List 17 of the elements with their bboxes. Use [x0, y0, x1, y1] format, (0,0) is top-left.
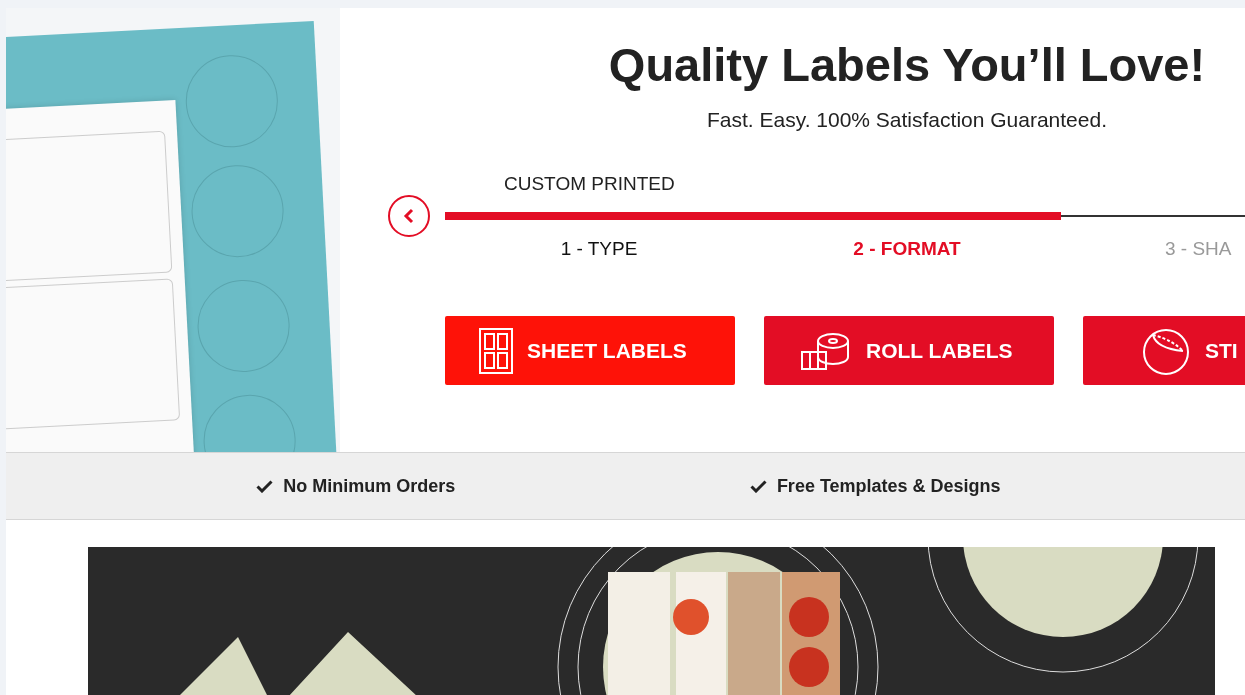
label-roll-icon — [800, 330, 852, 371]
feature-text: Free Templates & Designs — [776, 475, 1001, 497]
checkmark-icon — [256, 479, 274, 493]
step-label[interactable]: 2 - FORMAT — [853, 237, 961, 261]
step-label[interactable]: 3 - SHA — [1165, 237, 1232, 261]
format-button[interactable]: STI — [1083, 316, 1245, 385]
format-button[interactable]: ROLL LABELS — [764, 316, 1054, 385]
headline: Quality Labels You’ll Love! — [607, 37, 1207, 93]
step-label[interactable]: 1 - TYPE — [560, 237, 638, 261]
label-sheet-icon — [479, 327, 513, 374]
format-button[interactable]: SHEET LABELS — [445, 316, 735, 385]
back-button[interactable] — [388, 195, 430, 237]
checkmark-icon — [749, 479, 767, 493]
subtitle: Fast. Easy. 100% Satisfaction Guaranteed. — [706, 107, 1108, 133]
feature-text: No Minimum Orders — [283, 475, 456, 497]
chevron-left-icon — [403, 208, 415, 224]
category-label: CUSTOM PRINTED — [504, 173, 675, 195]
